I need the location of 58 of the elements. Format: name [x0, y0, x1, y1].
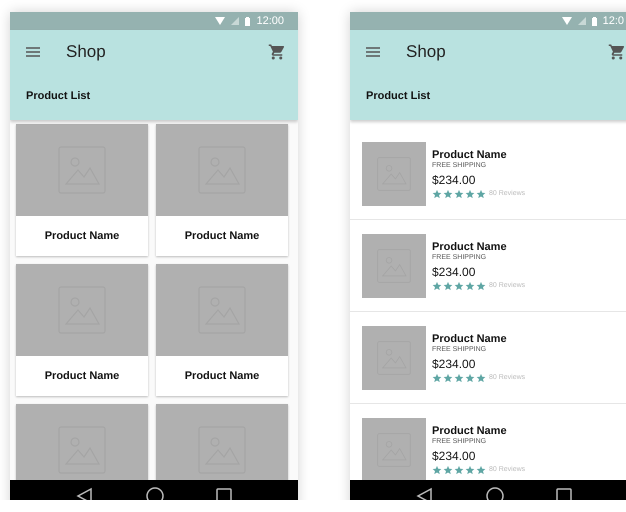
back-icon[interactable]: [416, 487, 434, 500]
product-price: $234.00: [432, 172, 476, 186]
cart-icon[interactable]: [268, 43, 286, 61]
status-time: 12:00: [256, 15, 284, 27]
star-icon: [432, 280, 442, 290]
cart-icon[interactable]: [608, 43, 626, 61]
home-icon[interactable]: [146, 487, 164, 500]
product-price: $234.00: [432, 264, 476, 278]
star-icon: [476, 464, 486, 474]
wifi-icon: [215, 17, 226, 25]
star-icon: [432, 372, 442, 382]
star-icon: [454, 464, 464, 474]
star-icon: [443, 372, 453, 382]
product-name: Product Name: [432, 332, 507, 344]
signal-icon: [231, 17, 240, 25]
star-icon: [476, 188, 486, 198]
star-icon: [454, 372, 464, 382]
product-name: Product Name: [44, 229, 120, 244]
signal-icon: [578, 17, 586, 25]
product-price: $234.00: [432, 448, 476, 462]
product-card[interactable]: Product Name: [156, 264, 288, 396]
product-card[interactable]: Product Name: [156, 124, 288, 256]
product-name: Product Name: [184, 369, 260, 384]
back-icon[interactable]: [76, 487, 94, 500]
star-icon: [454, 188, 464, 198]
product-name: Product Name: [44, 369, 120, 384]
app-title: Shop: [406, 42, 447, 62]
star-icon: [465, 372, 475, 382]
menu-icon[interactable]: [26, 47, 40, 57]
status-time: 12:0: [602, 15, 624, 27]
star-icon: [443, 188, 453, 198]
product-name: Product Name: [432, 240, 507, 252]
star-icon: [443, 280, 453, 290]
star-icon: [465, 188, 475, 198]
product-name: Product Name: [184, 229, 260, 244]
star-icon: [432, 188, 442, 198]
product-price: $234.00: [432, 356, 476, 370]
wifi-icon: [562, 17, 572, 25]
star-icon: [476, 372, 486, 382]
product-name: Product Name: [432, 148, 507, 160]
page-subtitle: Product List: [25, 89, 90, 102]
star-icon: [432, 464, 442, 474]
star-icon: [454, 280, 464, 290]
product-name: Product Name: [432, 424, 507, 436]
home-icon[interactable]: [486, 487, 504, 500]
page-subtitle: Product List: [365, 89, 430, 102]
menu-icon[interactable]: [366, 47, 380, 57]
recents-icon[interactable]: [556, 488, 572, 500]
star-icon: [465, 464, 475, 474]
product-card[interactable]: Product Name: [16, 124, 148, 256]
app-title: Shop: [66, 42, 107, 62]
star-icon: [476, 280, 486, 290]
recents-icon[interactable]: [216, 488, 232, 500]
star-icon: [465, 280, 475, 290]
battery-icon: [592, 16, 597, 26]
product-card[interactable]: Product Name: [16, 264, 148, 396]
star-icon: [443, 464, 453, 474]
battery-icon: [245, 16, 250, 26]
